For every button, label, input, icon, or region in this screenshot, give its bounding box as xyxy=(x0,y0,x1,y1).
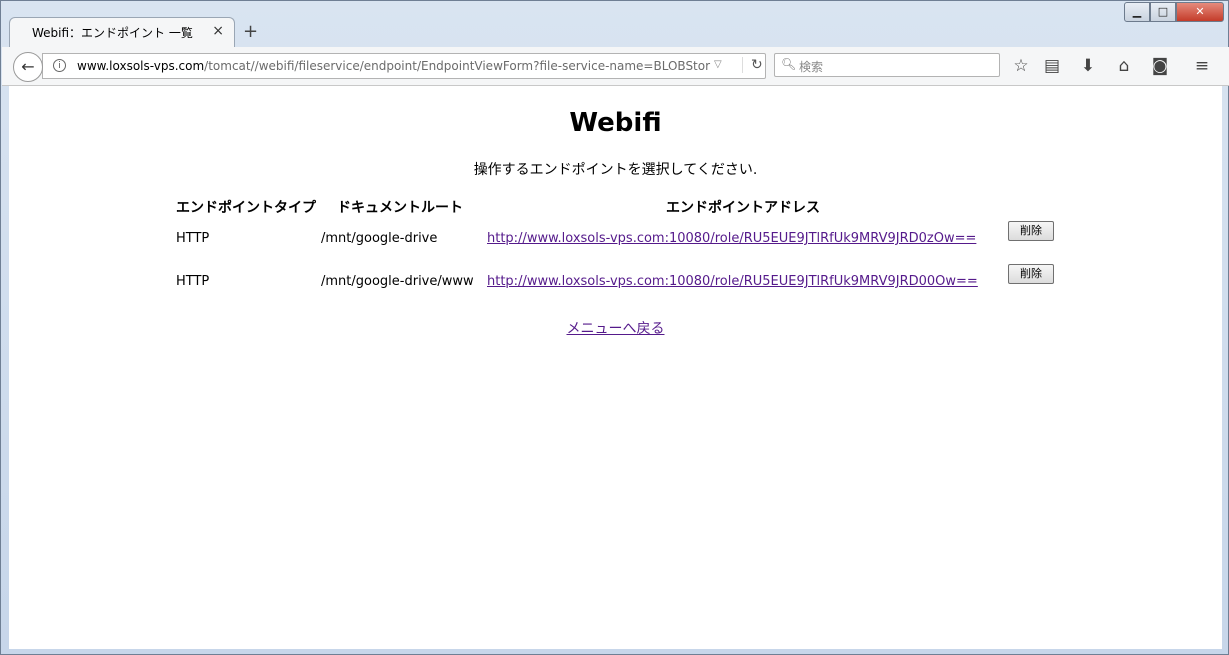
instruction-text: 操作するエンドポイントを選択してください. xyxy=(473,162,758,178)
page-content: Webifi 操作するエンドポイントを選択してください. エンドポイントタイプ … xyxy=(9,86,1222,649)
star-icon[interactable]: ☆ xyxy=(1010,56,1032,76)
navigation-toolbar: i www.loxsols-vps.com/tomcat//webifi/fil… xyxy=(2,47,1229,86)
download-icon[interactable]: ⬇ xyxy=(1077,56,1099,76)
row-1-delete-button[interactable]: 削除 xyxy=(1008,221,1054,241)
info-icon[interactable]: i xyxy=(53,59,66,72)
header-endpoint-type: エンドポイントタイプ xyxy=(176,200,316,216)
header-document-root: ドキュメントルート xyxy=(337,200,463,216)
row-2-docroot: /mnt/google-drive/www xyxy=(321,274,474,289)
tab-strip: Webifi：エンドポイント 一覧 × + ▁ □ ✕ xyxy=(1,1,1228,47)
url-bar[interactable]: i www.loxsols-vps.com/tomcat//webifi/fil… xyxy=(42,53,766,79)
search-placeholder: 検索 xyxy=(799,60,824,74)
pocket-icon[interactable]: ◙ xyxy=(1149,56,1171,76)
tab-close-icon[interactable]: × xyxy=(212,23,224,39)
search-input[interactable]: 🔍︎ 検索 xyxy=(774,53,1000,77)
back-button[interactable]: ← xyxy=(13,52,43,82)
search-icon: 🔍︎ xyxy=(781,57,797,71)
home-icon[interactable]: ⌂ xyxy=(1113,56,1135,76)
row-1-type: HTTP xyxy=(176,231,210,246)
url-host: www.loxsols-vps.com xyxy=(77,59,205,73)
tab-endpoint-list[interactable]: Webifi：エンドポイント 一覧 × xyxy=(9,17,235,47)
row-1-docroot: /mnt/google-drive xyxy=(321,231,438,246)
page-title: Webifi xyxy=(569,108,662,138)
row-2-type: HTTP xyxy=(176,274,210,289)
row-2-delete-button[interactable]: 削除 xyxy=(1008,264,1054,284)
browser-window: Webifi：エンドポイント 一覧 × + ▁ □ ✕ i www.loxsol… xyxy=(0,0,1229,655)
close-window-button[interactable]: ✕ xyxy=(1176,2,1224,22)
new-tab-button[interactable]: + xyxy=(243,21,258,42)
back-to-menu-link[interactable]: メニューへ戻る xyxy=(567,321,665,337)
row-2-endpoint-link[interactable]: http://www.loxsols-vps.com:10080/role/RU… xyxy=(487,274,978,289)
reload-icon[interactable]: ↻ xyxy=(742,57,763,73)
minimize-button[interactable]: ▁ xyxy=(1124,2,1150,22)
url-path: /tomcat//webifi/fileservice/endpoint/End… xyxy=(204,59,711,73)
tab-title: Webifi：エンドポイント 一覧 xyxy=(32,26,193,40)
url-text[interactable]: www.loxsols-vps.com/tomcat//webifi/files… xyxy=(77,59,713,73)
menu-icon[interactable]: ≡ xyxy=(1191,56,1213,76)
header-endpoint-address: エンドポイントアドレス xyxy=(666,200,820,216)
dropdown-icon[interactable]: ▽ xyxy=(714,59,722,70)
reading-list-icon[interactable]: ▤ xyxy=(1041,56,1063,76)
back-to-menu-row: メニューへ戻る xyxy=(9,318,1222,338)
maximize-button[interactable]: □ xyxy=(1150,2,1176,22)
row-1-endpoint-link[interactable]: http://www.loxsols-vps.com:10080/role/RU… xyxy=(487,231,976,246)
back-arrow-icon: ← xyxy=(21,57,35,76)
